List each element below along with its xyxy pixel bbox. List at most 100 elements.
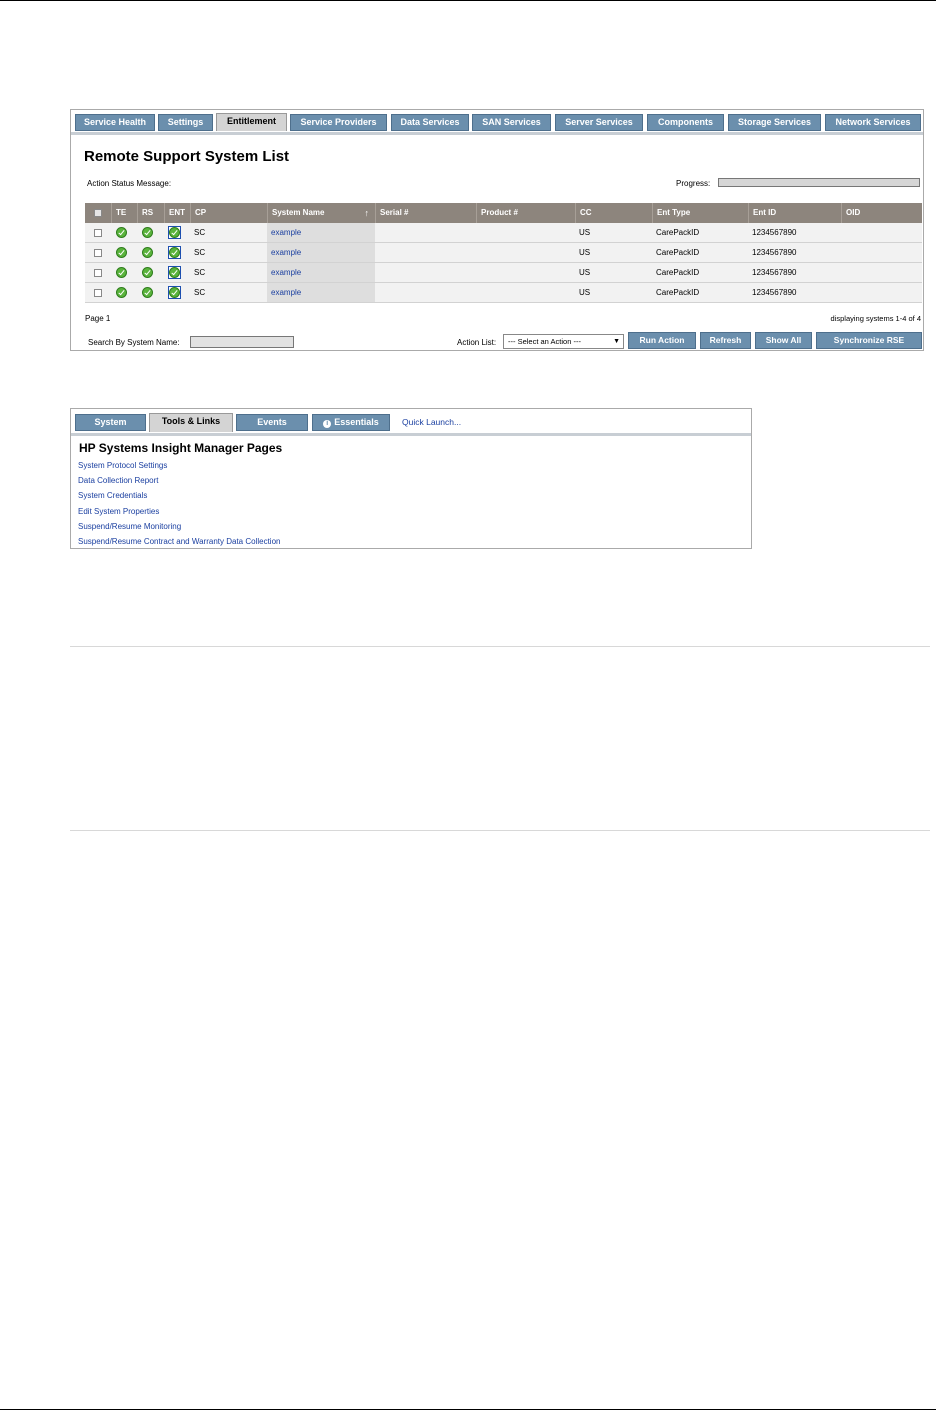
action-status-label: Action Status Message: [87, 179, 172, 188]
tab-system[interactable]: System [75, 414, 146, 431]
col-header-system-name-label: System Name [272, 208, 325, 217]
table-row: SC example US CarePackID 1234567890 [85, 243, 922, 263]
ok-check-icon [169, 267, 180, 278]
quick-launch-link[interactable]: Quick Launch... [402, 417, 461, 427]
search-label: Search By System Name: [88, 338, 180, 347]
tab-essentials[interactable]: i Essentials [312, 414, 390, 431]
ok-check-icon [169, 247, 180, 258]
cell-system-name[interactable]: example [267, 243, 375, 262]
ok-check-icon [169, 287, 180, 298]
cell-ent-type: CarePackID [652, 263, 748, 282]
tab-data-services[interactable]: Data Services [391, 114, 469, 131]
cell-system-name-text[interactable]: example [271, 228, 301, 237]
display-count: displaying systems 1-4 of 4 [830, 314, 921, 323]
cell-ent-type: CarePackID [652, 283, 748, 302]
ent-selected-frame [168, 246, 181, 259]
cell-cp-text: SC [194, 248, 206, 257]
ok-check-icon [169, 227, 180, 238]
row-checkbox[interactable] [94, 229, 102, 237]
col-header-rs[interactable]: RS [137, 203, 164, 223]
search-input[interactable] [190, 336, 294, 348]
run-action-button[interactable]: Run Action [628, 332, 696, 349]
select-all-cell [85, 203, 111, 223]
divider [70, 830, 930, 831]
refresh-button[interactable]: Refresh [700, 332, 751, 349]
tab-components[interactable]: Components [647, 114, 724, 131]
cell-cc: US [575, 283, 652, 302]
tab-service-health[interactable]: Service Health [75, 114, 155, 131]
tab-entitlement[interactable]: Entitlement [216, 113, 287, 131]
ok-check-icon [116, 267, 127, 278]
cell-system-name-text[interactable]: example [271, 248, 301, 257]
cell-system-name[interactable]: example [267, 223, 375, 242]
col-header-cc[interactable]: CC [575, 203, 652, 223]
col-header-te[interactable]: TE [111, 203, 137, 223]
tools-title: HP Systems Insight Manager Pages [79, 441, 283, 455]
tab-tools-links[interactable]: Tools & Links [149, 413, 233, 432]
tab-storage-services[interactable]: Storage Services [728, 114, 821, 131]
row-checkbox[interactable] [94, 289, 102, 297]
cell-cp: SC [190, 263, 267, 282]
ok-check-icon [142, 267, 153, 278]
cell-cc-text: US [579, 228, 591, 237]
cell-ent-id: 1234567890 [748, 263, 841, 282]
te-cell [111, 243, 137, 262]
col-header-oid[interactable]: OID [841, 203, 922, 223]
progress-label: Progress: [676, 179, 711, 188]
rs-cell [137, 223, 164, 242]
cell-serial [375, 283, 476, 302]
page-top-rule [0, 0, 936, 1]
show-all-button[interactable]: Show All [755, 332, 812, 349]
table-row: SC example US CarePackID 1234567890 [85, 283, 922, 303]
tab-san-services[interactable]: SAN Services [472, 114, 551, 131]
main-tab-bar: Service Health Settings Entitlement Serv… [71, 110, 923, 135]
tab-service-providers[interactable]: Service Providers [290, 114, 387, 131]
cell-system-name[interactable]: example [267, 283, 375, 302]
ent-cell [164, 263, 190, 282]
cell-ent-id-text: 1234567890 [752, 268, 797, 277]
tab-events[interactable]: Events [236, 414, 308, 431]
col-header-serial[interactable]: Serial # [375, 203, 476, 223]
link-system-credentials[interactable]: System Credentials [78, 490, 280, 505]
cell-ent-id-text: 1234567890 [752, 288, 797, 297]
row-checkbox[interactable] [94, 249, 102, 257]
tools-tab-bar: System Tools & Links Events i Essentials … [71, 409, 751, 436]
cell-cp: SC [190, 223, 267, 242]
cell-ent-type-text: CarePackID [656, 248, 700, 257]
link-suspend-resume-monitoring[interactable]: Suspend/Resume Monitoring [78, 521, 280, 536]
ok-check-icon [116, 247, 127, 258]
link-system-protocol-settings[interactable]: System Protocol Settings [78, 460, 280, 475]
cell-system-name-text[interactable]: example [271, 268, 301, 277]
sort-ascending-icon[interactable]: ↑ [365, 203, 370, 223]
select-all-checkbox[interactable] [94, 209, 102, 217]
tab-settings[interactable]: Settings [158, 114, 213, 131]
synchronize-rse-button[interactable]: Synchronize RSE [816, 332, 922, 349]
tools-links-panel: System Tools & Links Events i Essentials … [70, 408, 752, 549]
col-header-product[interactable]: Product # [476, 203, 575, 223]
cell-cc: US [575, 263, 652, 282]
cell-ent-id: 1234567890 [748, 223, 841, 242]
page-indicator: Page 1 [85, 314, 111, 323]
ok-check-icon [116, 227, 127, 238]
cell-system-name[interactable]: example [267, 263, 375, 282]
ent-selected-frame [168, 226, 181, 239]
cell-oid [841, 283, 922, 302]
ok-check-icon [116, 287, 127, 298]
tab-server-services[interactable]: Server Services [555, 114, 643, 131]
ent-cell [164, 243, 190, 262]
cell-system-name-text[interactable]: example [271, 288, 301, 297]
col-header-ent-id[interactable]: Ent ID [748, 203, 841, 223]
tab-network-services[interactable]: Network Services [825, 114, 921, 131]
col-header-ent[interactable]: ENT [164, 203, 190, 223]
col-header-ent-type[interactable]: Ent Type [652, 203, 748, 223]
row-checkbox[interactable] [94, 269, 102, 277]
link-suspend-resume-contract[interactable]: Suspend/Resume Contract and Warranty Dat… [78, 536, 280, 551]
table-header: TE RS ENT CP System Name ↑ Serial # Produ… [85, 203, 922, 223]
col-header-cp[interactable]: CP [190, 203, 267, 223]
link-edit-system-properties[interactable]: Edit System Properties [78, 506, 280, 521]
col-header-system-name[interactable]: System Name ↑ [267, 203, 375, 223]
action-select[interactable]: --- Select an Action --- ▼ [503, 334, 624, 349]
cell-ent-id: 1234567890 [748, 243, 841, 262]
cell-oid [841, 243, 922, 262]
link-data-collection-report[interactable]: Data Collection Report [78, 475, 280, 490]
